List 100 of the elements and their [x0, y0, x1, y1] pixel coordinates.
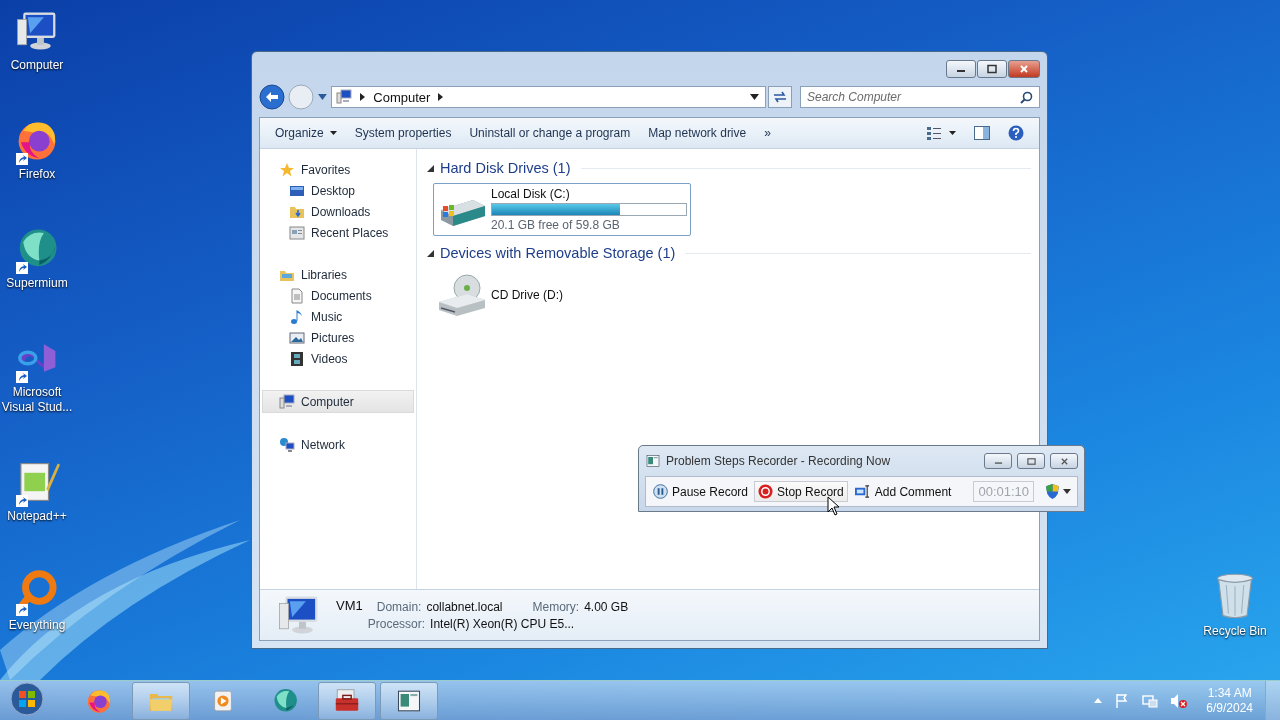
history-caret-icon[interactable]: [318, 94, 328, 100]
dropdown-caret-icon: [750, 94, 760, 100]
breadcrumb[interactable]: Computer: [373, 89, 431, 105]
nav-item[interactable]: Recent Places: [260, 222, 416, 243]
detail-value: Intel(R) Xeon(R) CPU E5...: [430, 616, 575, 631]
group-heading: Hard Disk Drives (1): [440, 160, 571, 176]
address-bar[interactable]: Computer: [331, 86, 767, 108]
show-hidden-icons-icon[interactable]: [1094, 698, 1103, 703]
computer-icon: [279, 393, 295, 410]
caret-icon: [949, 131, 956, 135]
close-icon: [1019, 64, 1029, 74]
collapse-arrow-icon[interactable]: [427, 164, 434, 172]
toolbar-button[interactable]: Organize: [266, 122, 346, 144]
nav-label: Desktop: [311, 183, 356, 198]
desktop-shortcut[interactable]: Firefox: [0, 117, 74, 182]
nav-label: Downloads: [311, 204, 371, 219]
minimize-button[interactable]: [946, 60, 976, 78]
detail-label: Domain:: [376, 599, 422, 614]
nav-label: Music: [311, 309, 343, 324]
network-icon[interactable]: [1142, 692, 1159, 709]
drive-name: Local Disk (C:): [491, 187, 571, 201]
nav-label: Libraries: [301, 267, 348, 282]
toolbar-button[interactable]: Map network drive: [639, 122, 756, 144]
recorder-button[interactable]: Add Comment: [849, 481, 956, 502]
detail-label: Processor:: [367, 616, 426, 631]
speaker-muted-icon[interactable]: [1170, 692, 1189, 709]
drive-item[interactable]: Local Disk (C:) 20.1 GB free of 59.8 GB: [433, 183, 691, 236]
refresh-button[interactable]: [768, 86, 792, 108]
toolbar-button[interactable]: »: [755, 122, 780, 144]
shortcut-label: Microsoft Visual Stud...: [0, 385, 74, 415]
nav-item[interactable]: Network: [260, 434, 416, 455]
search-icon: [1020, 91, 1033, 104]
help-icon: [1008, 125, 1024, 141]
search-field[interactable]: Search Computer: [800, 86, 1040, 108]
dropdown-caret-icon[interactable]: [1063, 489, 1072, 494]
nav-item[interactable]: Videos: [260, 348, 416, 369]
nav-label: Computer: [301, 394, 354, 409]
view-icon: [927, 126, 943, 140]
shortcut-label: Computer: [9, 58, 65, 73]
nav-item[interactable]: Libraries: [260, 264, 416, 285]
nav-label: Network: [301, 437, 345, 452]
desktop-shortcut[interactable]: Notepad++: [0, 459, 74, 524]
nav-item[interactable]: Pictures: [260, 327, 416, 348]
nav-label: Pictures: [311, 330, 355, 345]
computer-name: VM1: [336, 598, 363, 613]
breadcrumb-arrow-icon: [438, 93, 444, 101]
drive-item[interactable]: CD Drive (D:): [433, 268, 691, 322]
nav-item[interactable]: Computer: [262, 390, 414, 413]
nav-label: Videos: [311, 351, 348, 366]
taskbar-button[interactable]: [380, 681, 438, 720]
breadcrumb-arrow-icon: [360, 93, 366, 101]
nav-item[interactable]: Music: [260, 306, 416, 327]
toolbar-button[interactable]: Uninstall or change a program: [460, 122, 640, 144]
clock-date: 6/9/2024: [1206, 700, 1253, 716]
shortcut-label: Recycle Bin: [1202, 624, 1268, 639]
caret-icon: [329, 131, 337, 135]
nav-item[interactable]: Favorites: [260, 159, 416, 180]
desktop-shortcut[interactable]: Computer: [0, 8, 74, 73]
shortcut-label: Notepad++: [6, 509, 68, 524]
recent-places-icon: [289, 224, 305, 241]
recorder-icon: [645, 453, 661, 469]
nav-item[interactable]: Documents: [260, 285, 416, 306]
film-icon: [289, 350, 305, 367]
desktop-shortcut[interactable]: Microsoft Visual Stud...: [0, 335, 74, 415]
clock-time: 1:34 AM: [1207, 685, 1252, 701]
detail-label: Memory:: [532, 599, 580, 614]
collapse-arrow-icon[interactable]: [427, 249, 434, 257]
close-button[interactable]: [1008, 60, 1040, 78]
restore-button[interactable]: [1017, 453, 1045, 469]
desktop-shortcut[interactable]: Supermium: [0, 226, 74, 291]
nav-item[interactable]: Downloads: [260, 201, 416, 222]
close-button[interactable]: [1050, 453, 1078, 469]
computer-icon: [336, 89, 353, 105]
nav-label: Recent Places: [311, 225, 389, 240]
pictures-icon: [289, 329, 305, 346]
shield-icon[interactable]: [1044, 483, 1062, 500]
recorder-button[interactable]: Pause Record: [649, 481, 753, 502]
shortcut-label: Everything: [7, 618, 67, 633]
group-heading: Devices with Removable Storage (1): [440, 245, 676, 261]
cd-drive-icon: [437, 272, 487, 318]
shortcut-label: Supermium: [5, 276, 69, 291]
shortcut-label: Firefox: [17, 167, 57, 182]
elapsed-time-field: 00:01:10: [973, 481, 1035, 502]
nav-item[interactable]: Desktop: [260, 180, 416, 201]
nav-label: Documents: [311, 288, 372, 303]
start-button[interactable]: [10, 682, 44, 719]
taskbar-button[interactable]: [318, 681, 376, 720]
toolbar-button[interactable]: System properties: [345, 122, 461, 144]
document-icon: [289, 287, 305, 304]
stop-icon: [758, 484, 774, 499]
back-button[interactable]: [259, 83, 286, 111]
maximize-button[interactable]: [977, 60, 1007, 78]
comment-icon: [853, 484, 871, 499]
star-icon: [279, 161, 295, 178]
recorder-button[interactable]: Stop Record: [754, 481, 848, 502]
free-space-text: 20.1 GB free of 59.8 GB: [491, 218, 621, 232]
window-title: Problem Steps Recorder - Recording Now: [666, 454, 891, 468]
windows-logo-icon: [10, 682, 44, 716]
pause-icon: [653, 484, 668, 499]
restore-icon: [1026, 456, 1036, 466]
